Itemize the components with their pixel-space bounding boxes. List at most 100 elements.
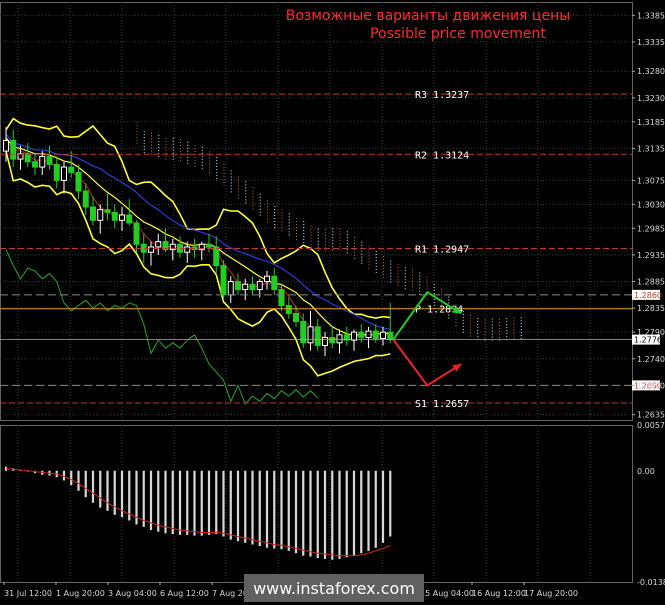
- cloud-dot: [180, 144, 181, 146]
- cloud-dot: [426, 276, 428, 278]
- x-tick-label: 31 Jul 12:00: [4, 589, 52, 598]
- cloud-dot: [361, 253, 363, 255]
- cloud-dot: [332, 249, 334, 251]
- cloud-dot: [165, 155, 167, 157]
- cloud-dot: [317, 240, 319, 242]
- cloud-dot: [274, 227, 276, 229]
- cloud-dot: [216, 163, 218, 165]
- candle-body: [148, 246, 154, 253]
- cloud-dot: [165, 152, 167, 154]
- cloud-dot: [332, 234, 334, 236]
- cloud-dot: [223, 175, 225, 177]
- cloud-dot: [245, 196, 247, 198]
- cloud-dot: [339, 228, 341, 230]
- cloud-dot: [520, 326, 522, 328]
- cloud-dot: [317, 237, 319, 239]
- cloud-dot: [346, 243, 348, 245]
- cloud-dot: [375, 250, 377, 252]
- cloud-dot: [506, 327, 508, 329]
- cloud-dot: [484, 337, 486, 339]
- cloud-dot: [230, 185, 232, 187]
- cloud-dot: [455, 316, 457, 318]
- candle-body: [336, 334, 343, 344]
- cloud-dot: [281, 221, 283, 223]
- cloud-dot: [404, 270, 406, 272]
- candle-body: [206, 243, 212, 248]
- x-tick-label: 6 Aug 12:00: [160, 589, 209, 598]
- cloud-dot: [491, 321, 493, 323]
- cloud-dot: [310, 231, 312, 233]
- cloud-dot: [187, 147, 189, 149]
- candle-body: [271, 275, 278, 291]
- cloud-dot: [375, 253, 377, 255]
- cloud-dot: [238, 179, 239, 181]
- cloud-dot: [332, 237, 334, 239]
- cloud-dot: [187, 144, 189, 146]
- cloud-dot: [296, 220, 297, 222]
- candle-body: [235, 281, 241, 291]
- cloud-dot: [165, 137, 167, 139]
- cloud-dot: [223, 184, 225, 186]
- cloud-dot: [513, 326, 515, 328]
- cloud-dot: [520, 317, 522, 319]
- cloud-dot: [201, 158, 203, 160]
- cloud-dot: [194, 148, 196, 150]
- cloud-dot: [151, 141, 152, 143]
- y-tick-label: 1.3230: [637, 94, 665, 103]
- cloud-dot: [238, 194, 239, 196]
- cloud-dot: [426, 297, 428, 299]
- cloud-dot: [491, 327, 493, 329]
- cloud-dot: [520, 332, 522, 334]
- cloud-dot: [368, 252, 370, 254]
- cloud-dot: [477, 332, 479, 334]
- candle-body: [387, 331, 394, 341]
- cloud-dot: [412, 274, 413, 276]
- cloud-dot: [520, 335, 522, 337]
- cloud-dot: [216, 157, 218, 159]
- cloud-dot: [404, 288, 406, 290]
- cloud-dot: [143, 149, 145, 151]
- candle-body: [314, 326, 321, 346]
- cloud-dot: [303, 220, 305, 222]
- candle-body: [119, 214, 125, 221]
- cloud-dot: [499, 340, 500, 342]
- cloud-dot: [477, 323, 479, 325]
- cloud-dot: [383, 264, 384, 266]
- cloud-dot: [368, 267, 370, 269]
- cloud-dot: [354, 242, 355, 244]
- cloud-dot: [201, 152, 203, 154]
- cloud-dot: [441, 294, 442, 296]
- cloud-dot: [259, 205, 261, 207]
- chart-title-ru: Возможные варианты движения цены: [286, 8, 571, 24]
- cloud-dot: [238, 188, 239, 190]
- cloud-dot: [209, 160, 210, 162]
- cloud-dot: [433, 289, 435, 291]
- cloud-dot: [332, 231, 334, 233]
- cloud-dot: [383, 255, 384, 257]
- cloud-dot: [310, 234, 312, 236]
- cloud-dot: [187, 150, 189, 152]
- cloud-dot: [194, 166, 196, 168]
- cloud-dot: [303, 226, 305, 228]
- cloud-dot: [470, 332, 471, 334]
- cloud-dot: [288, 219, 290, 221]
- cloud-dot: [354, 236, 355, 238]
- cloud-dot: [419, 284, 421, 286]
- candle-body: [10, 139, 17, 160]
- cloud-dot: [281, 215, 283, 217]
- cloud-dot: [368, 246, 370, 248]
- cloud-dot: [230, 173, 232, 175]
- cloud-dot: [245, 202, 247, 204]
- cloud-dot: [462, 322, 464, 324]
- cloud-dot: [281, 212, 283, 214]
- cloud-dot: [383, 270, 384, 272]
- cloud-dot: [143, 143, 145, 145]
- y-tick-label: 1.2740: [637, 355, 665, 364]
- cloud-dot: [201, 161, 203, 163]
- cloud-dot: [375, 259, 377, 261]
- cloud-dot: [180, 147, 181, 149]
- cloud-dot: [151, 150, 152, 152]
- cloud-dot: [303, 232, 305, 234]
- cloud-dot: [187, 153, 189, 155]
- cloud-dot: [354, 245, 355, 247]
